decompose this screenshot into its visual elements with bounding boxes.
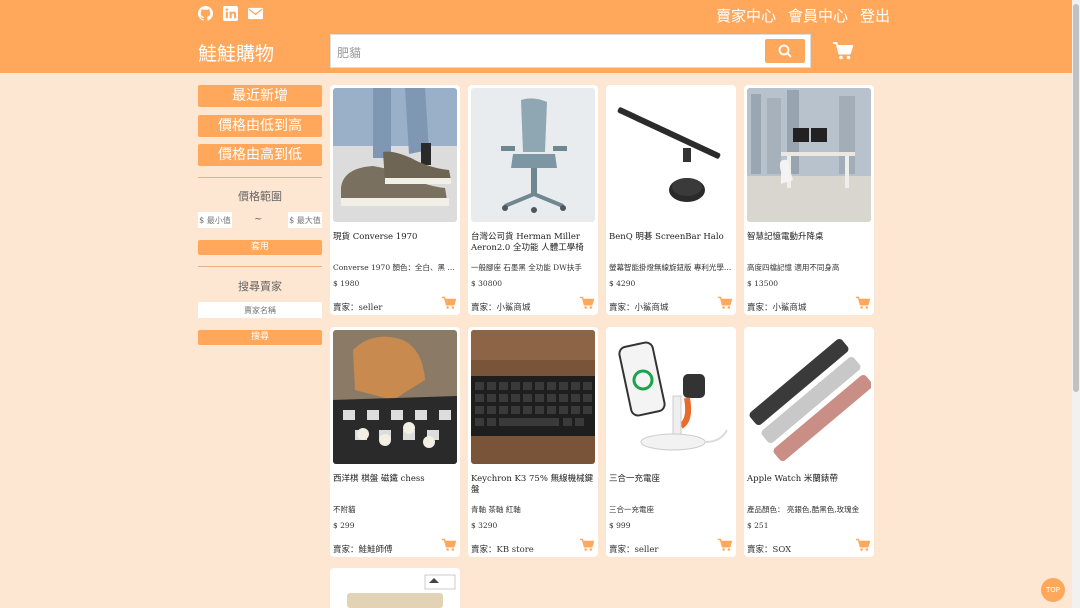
range-separator: ~ [254, 214, 263, 225]
apply-price-button[interactable]: 套用 [198, 240, 322, 255]
product-image-sneakers[interactable] [333, 88, 457, 222]
seller-center-link[interactable]: 賣家中心 [716, 5, 776, 26]
product-image-monitor-lamp[interactable] [609, 88, 733, 222]
product-price: $ 1980 [333, 279, 360, 288]
product-seller: 賣家：seller [333, 303, 383, 313]
product-description: 青軸 茶軸 紅軸 [471, 505, 521, 514]
product-description: 三合一充電座 [609, 505, 654, 514]
product-card[interactable]: BenQ 明碁 ScreenBar Halo 螢幕智能掛燈無線旋鈕版 專利光學設… [606, 85, 736, 315]
product-seller: 賣家：小鯊商城 [747, 303, 807, 313]
product-image-partial[interactable] [333, 571, 457, 608]
product-price: $ 999 [609, 521, 631, 530]
top-nav: 賣家中心 會員中心 登出 [716, 5, 890, 26]
product-image-charging-stand[interactable] [609, 330, 733, 464]
add-to-cart-icon[interactable] [579, 537, 595, 556]
product-image-chess-board[interactable] [333, 330, 457, 464]
social-links [198, 6, 263, 21]
product-card[interactable] [330, 568, 460, 608]
product-title[interactable]: 現貨 Converse 1970 [333, 232, 459, 243]
product-description: 螢幕智能掛燈無線旋鈕版 專利光學設計 [609, 263, 733, 272]
product-seller: 賣家：小鯊商城 [471, 303, 531, 313]
product-description: 產品顏色： 亮銀色,酷黑色,玫瑰金 [747, 505, 860, 514]
add-to-cart-icon[interactable] [441, 295, 457, 314]
search-bar [330, 34, 811, 68]
product-card[interactable]: 台灣公司貨 Herman Miller Aeron2.0 全功能 人體工學椅 一… [468, 85, 598, 315]
search-button[interactable] [765, 39, 805, 63]
product-seller: 賣家：SOX [747, 545, 792, 555]
product-description: 不附貓 [333, 505, 356, 514]
product-card[interactable]: 西洋棋 棋盤 磁鐵 chess 不附貓 $ 299 賣家：鮭鮭師傅 [330, 327, 460, 557]
product-seller: 賣家：seller [609, 545, 659, 555]
seller-search-button[interactable]: 搜尋 [198, 330, 322, 345]
divider [198, 266, 322, 267]
product-title[interactable]: Apple Watch 米蘭錶帶 [747, 474, 873, 485]
add-to-cart-icon[interactable] [441, 537, 457, 556]
product-seller: 賣家：KB store [471, 545, 534, 555]
max-price-input[interactable] [288, 212, 322, 228]
back-to-top-button[interactable]: TOP [1041, 578, 1065, 602]
product-price: $ 3290 [471, 521, 498, 530]
product-title[interactable]: 西洋棋 棋盤 磁鐵 chess [333, 474, 459, 485]
product-card[interactable]: Keychron K3 75% 無線機械鍵盤 青軸 茶軸 紅軸 $ 3290 賣… [468, 327, 598, 557]
product-seller: 賣家：鮭鮭師傅 [333, 545, 393, 555]
product-title[interactable]: 台灣公司貨 Herman Miller Aeron2.0 全功能 人體工學椅 [471, 232, 597, 254]
search-icon [778, 44, 792, 58]
product-description: Converse 1970 顏色：全白、黑 尺寸：36-44 [333, 263, 457, 272]
product-image-keyboard[interactable] [471, 330, 595, 464]
product-price: $ 251 [747, 521, 769, 530]
product-description: 高度四檔記憶 適用不同身高 [747, 263, 840, 272]
logout-link[interactable]: 登出 [860, 5, 890, 26]
product-title[interactable]: 三合一充電座 [609, 474, 735, 485]
cart-icon[interactable] [832, 41, 854, 65]
product-price: $ 4290 [609, 279, 636, 288]
mail-icon[interactable] [248, 6, 263, 21]
add-to-cart-icon[interactable] [717, 537, 733, 556]
product-card[interactable]: 現貨 Converse 1970 Converse 1970 顏色：全白、黑 尺… [330, 85, 460, 315]
min-price-input[interactable] [198, 212, 232, 228]
member-center-link[interactable]: 會員中心 [788, 5, 848, 26]
add-to-cart-icon[interactable] [579, 295, 595, 314]
search-input[interactable] [337, 42, 757, 62]
seller-name-input[interactable] [198, 302, 322, 318]
product-title[interactable]: Keychron K3 75% 無線機械鍵盤 [471, 474, 597, 496]
brand-logo-text[interactable]: 鮭鮭購物 [198, 39, 274, 66]
product-seller: 賣家：小鯊商城 [609, 303, 669, 313]
add-to-cart-icon[interactable] [855, 295, 871, 314]
product-image-watch-bands[interactable] [747, 330, 871, 464]
product-description: 一般腳座 石墨黑 全功能 DW扶手 [471, 263, 582, 272]
product-price: $ 30800 [471, 279, 503, 288]
product-image-office-chair[interactable] [471, 88, 595, 222]
product-title[interactable]: 智慧記憶電動升降桌 [747, 232, 873, 243]
product-card[interactable]: Apple Watch 米蘭錶帶 產品顏色： 亮銀色,酷黑色,玫瑰金 $ 251… [744, 327, 874, 557]
github-icon[interactable] [198, 6, 214, 21]
product-card[interactable]: 智慧記憶電動升降桌 高度四檔記憶 適用不同身高 $ 13500 賣家：小鯊商城 [744, 85, 874, 315]
add-to-cart-icon[interactable] [717, 295, 733, 314]
product-image-standing-desk[interactable] [747, 88, 871, 222]
product-price: $ 13500 [747, 279, 779, 288]
sort-price-desc-button[interactable]: 價格由高到低 [198, 144, 322, 166]
seller-search-title: 搜尋賣家 [238, 280, 282, 293]
scrollbar-thumb[interactable] [1073, 4, 1079, 392]
linkedin-icon[interactable] [223, 6, 238, 21]
sort-price-asc-button[interactable]: 價格由低到高 [198, 115, 322, 137]
add-to-cart-icon[interactable] [855, 537, 871, 556]
sort-newest-button[interactable]: 最近新增 [198, 85, 322, 107]
product-price: $ 299 [333, 521, 355, 530]
header: 賣家中心 會員中心 登出 鮭鮭購物 [0, 0, 1072, 73]
price-range-title: 價格範圍 [238, 190, 282, 203]
divider [198, 177, 322, 178]
product-title[interactable]: BenQ 明碁 ScreenBar Halo [609, 232, 735, 243]
product-card[interactable]: 三合一充電座 三合一充電座 $ 999 賣家：seller [606, 327, 736, 557]
